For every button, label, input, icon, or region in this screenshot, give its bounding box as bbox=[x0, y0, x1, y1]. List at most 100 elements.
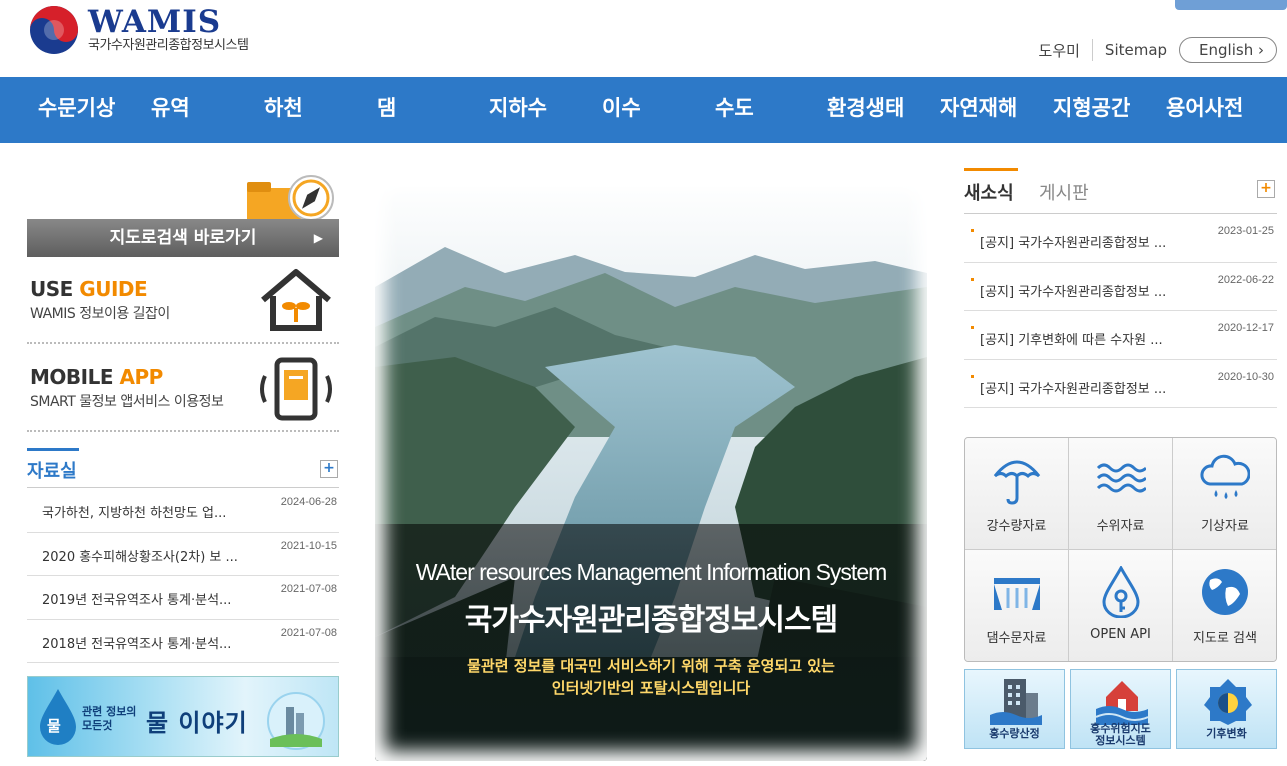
nav-item-water-supply[interactable]: 수도 bbox=[715, 77, 754, 143]
nav-item-disaster[interactable]: 자연재해 bbox=[940, 77, 1017, 143]
news-more-plus-icon[interactable]: + bbox=[1257, 180, 1275, 198]
english-label: English bbox=[1199, 41, 1254, 59]
nav-item-dam[interactable]: 댐 bbox=[377, 77, 396, 143]
hero-banner: WAter resources Management Information S… bbox=[375, 177, 927, 761]
nav-item-glossary[interactable]: 용어사전 bbox=[1166, 77, 1243, 143]
news-list-item[interactable]: [공지] 국가수자원관리종합정보 ... 2023-01-25 bbox=[964, 214, 1277, 263]
library-item-title: 2018년 전국유역조사 통계·분석... bbox=[42, 636, 232, 652]
library-list-item[interactable]: 2019년 전국유역조사 통계·분석... 2021-07-08 bbox=[27, 576, 339, 620]
quick-label: OPEN API bbox=[1090, 627, 1151, 642]
site-name: WAMIS bbox=[88, 4, 222, 40]
umbrella-icon bbox=[993, 460, 1041, 505]
news-item-title: [공지] 기후변화에 따른 수자원 ... bbox=[980, 333, 1163, 348]
flood-house-icon bbox=[1096, 681, 1148, 725]
use-guide-banner[interactable]: USE GUIDE WAMIS 정보이용 길잡이 bbox=[27, 258, 339, 344]
library-more-plus-icon[interactable]: + bbox=[320, 460, 338, 478]
news-item-date: 2022-06-22 bbox=[1217, 273, 1274, 286]
quick-weather-button[interactable]: 기상자료 bbox=[1173, 438, 1276, 550]
library-item-title: 2019년 전국유역조사 통계·분석... bbox=[42, 593, 232, 608]
library-item-date: 2021-10-15 bbox=[280, 539, 337, 552]
library-list: 국가하천, 지방하천 하천망도 업... 2024-06-28 2020 홍수피… bbox=[27, 489, 339, 663]
map-search-block: 지도로검색 바로가기 ▶ bbox=[27, 166, 339, 258]
water-story-banner[interactable]: 물 관련 정보의 모든것 물 이야기 bbox=[27, 676, 339, 757]
tab-news[interactable]: 새소식 bbox=[964, 168, 1018, 205]
water-story-subtitle: 관련 정보의 모든것 bbox=[82, 705, 137, 732]
nav-item-river[interactable]: 하천 bbox=[264, 77, 303, 143]
quick-label: 기상자료 bbox=[1201, 519, 1249, 534]
tab-board[interactable]: 게시판 bbox=[1039, 179, 1089, 205]
news-list-item[interactable]: [공지] 기후변화에 따른 수자원 ... 2020-12-17 bbox=[964, 311, 1277, 360]
quick-label: 강수량자료 bbox=[986, 519, 1047, 534]
drop-key-icon bbox=[1102, 566, 1140, 618]
library-item-title: 국가하천, 지방하천 하천망도 업... bbox=[42, 506, 227, 521]
main-nav: 수문기상 유역 하천 댐 지하수 이수 수도 환경생태 자연재해 지형공간 용어… bbox=[0, 77, 1287, 143]
water-level-icon bbox=[1096, 463, 1146, 493]
climate-change-button[interactable]: 기후변화 bbox=[1176, 669, 1277, 749]
quick-rainfall-button[interactable]: 강수량자료 bbox=[965, 438, 1069, 550]
help-link[interactable]: 도우미 bbox=[1039, 40, 1080, 61]
house-sprout-icon bbox=[261, 269, 331, 331]
news-tabs: 새소식 게시판 + bbox=[964, 168, 1277, 214]
library-list-item[interactable]: 2020 홍수피해상황조사(2차) 보 ... 2021-10-15 bbox=[27, 533, 339, 576]
library-item-date: 2024-06-28 bbox=[280, 496, 337, 508]
flood-risk-map-label: 홍수위험지도 정보시스템 bbox=[1090, 722, 1151, 747]
quick-open-api-button[interactable]: OPEN API bbox=[1069, 550, 1173, 661]
news-item-date: 2020-12-17 bbox=[1217, 322, 1274, 334]
flood-risk-map-button[interactable]: 홍수위험지도 정보시스템 bbox=[1070, 669, 1171, 749]
globe-icon bbox=[1202, 569, 1248, 615]
header: WAMIS 국가수자원관리종합정보시스템 도우미 Sitemap English… bbox=[0, 0, 1287, 77]
bullet-icon bbox=[971, 374, 974, 378]
rain-cloud-icon bbox=[1200, 454, 1250, 499]
news-list: [공지] 국가수자원관리종합정보 ... 2023-01-25 [공지] 국가수… bbox=[964, 214, 1277, 408]
news-item-title: [공지] 국가수자원관리종합정보 ... bbox=[980, 381, 1167, 397]
flood-flow-calc-button[interactable]: 홍수량산정 bbox=[964, 669, 1065, 749]
nav-item-basin[interactable]: 유역 bbox=[151, 77, 190, 143]
library-list-item[interactable]: 2018년 전국유역조사 통계·분석... 2021-07-08 bbox=[27, 620, 339, 663]
water-drop-label: 물 bbox=[47, 717, 61, 735]
english-button[interactable]: English › bbox=[1179, 37, 1277, 63]
mobile-app-title: MOBILE APP bbox=[30, 365, 163, 389]
use-guide-subtitle: WAMIS 정보이용 길잡이 bbox=[30, 306, 170, 322]
news-item-title: [공지] 국가수자원관리종합정보 ... bbox=[980, 284, 1167, 300]
nav-item-geospatial[interactable]: 지형공간 bbox=[1053, 77, 1130, 143]
hero-description: 물관련 정보를 대국민 서비스하기 위해 구축 운영되고 있는 인터넷기반의 포… bbox=[467, 657, 835, 697]
library-title[interactable]: 자료실 bbox=[27, 448, 79, 483]
top-corner-tab[interactable] bbox=[1175, 0, 1287, 10]
library-list-item[interactable]: 국가하천, 지방하천 하천망도 업... 2024-06-28 bbox=[27, 489, 339, 533]
nav-item-environment[interactable]: 환경생태 bbox=[827, 77, 904, 143]
map-search-button[interactable]: 지도로검색 바로가기 ▶ bbox=[27, 219, 339, 257]
library-item-title: 2020 홍수피해상황조사(2차) 보 ... bbox=[42, 549, 238, 565]
mobile-phone-icon bbox=[260, 357, 332, 421]
mobile-app-subtitle: SMART 물정보 앱서비스 이용정보 bbox=[30, 394, 224, 410]
news-list-item[interactable]: [공지] 국가수자원관리종합정보 ... 2020-10-30 bbox=[964, 360, 1277, 408]
quick-map-search-button[interactable]: 지도로 검색 bbox=[1173, 550, 1276, 661]
hero-title-ko: 국가수자원관리종합정보시스템 bbox=[464, 603, 838, 638]
use-guide-title: USE GUIDE bbox=[30, 277, 148, 301]
divider bbox=[1091, 39, 1093, 61]
quick-label: 수위자료 bbox=[1096, 519, 1145, 534]
building-icon bbox=[990, 679, 1042, 725]
hero-title-en: WAter resources Management Information S… bbox=[415, 559, 888, 585]
site-logo[interactable]: WAMIS 국가수자원관리종합정보시스템 bbox=[28, 4, 249, 56]
flood-flow-calc-label: 홍수량산정 bbox=[989, 727, 1040, 740]
nav-item-water-use[interactable]: 이수 bbox=[602, 77, 641, 143]
quick-dam-button[interactable]: 댐수문자료 bbox=[965, 550, 1069, 661]
quick-label: 지도로 검색 bbox=[1193, 631, 1257, 646]
quick-label: 댐수문자료 bbox=[986, 631, 1047, 646]
nav-item-hydro-weather[interactable]: 수문기상 bbox=[38, 77, 115, 143]
news-item-date: 2020-10-30 bbox=[1217, 370, 1274, 383]
mobile-app-banner[interactable]: MOBILE APP SMART 물정보 앱서비스 이용정보 bbox=[27, 346, 339, 432]
nav-item-groundwater[interactable]: 지하수 bbox=[489, 77, 547, 143]
site-subtitle: 국가수자원관리종합정보시스템 bbox=[88, 38, 249, 53]
quick-water-level-button[interactable]: 수위자료 bbox=[1069, 438, 1173, 550]
bullet-icon bbox=[971, 326, 974, 329]
library-header: 자료실 + bbox=[27, 448, 339, 488]
news-list-item[interactable]: [공지] 국가수자원관리종합정보 ... 2022-06-22 bbox=[964, 263, 1277, 311]
sitemap-link[interactable]: Sitemap bbox=[1105, 41, 1167, 59]
bullet-icon bbox=[971, 277, 974, 281]
utility-links: 도우미 Sitemap English › bbox=[1039, 37, 1277, 63]
climate-change-label: 기후변화 bbox=[1206, 727, 1247, 740]
dam-gate-icon bbox=[994, 578, 1040, 610]
library-item-date: 2021-07-08 bbox=[280, 583, 337, 595]
climate-icon bbox=[1204, 679, 1252, 725]
